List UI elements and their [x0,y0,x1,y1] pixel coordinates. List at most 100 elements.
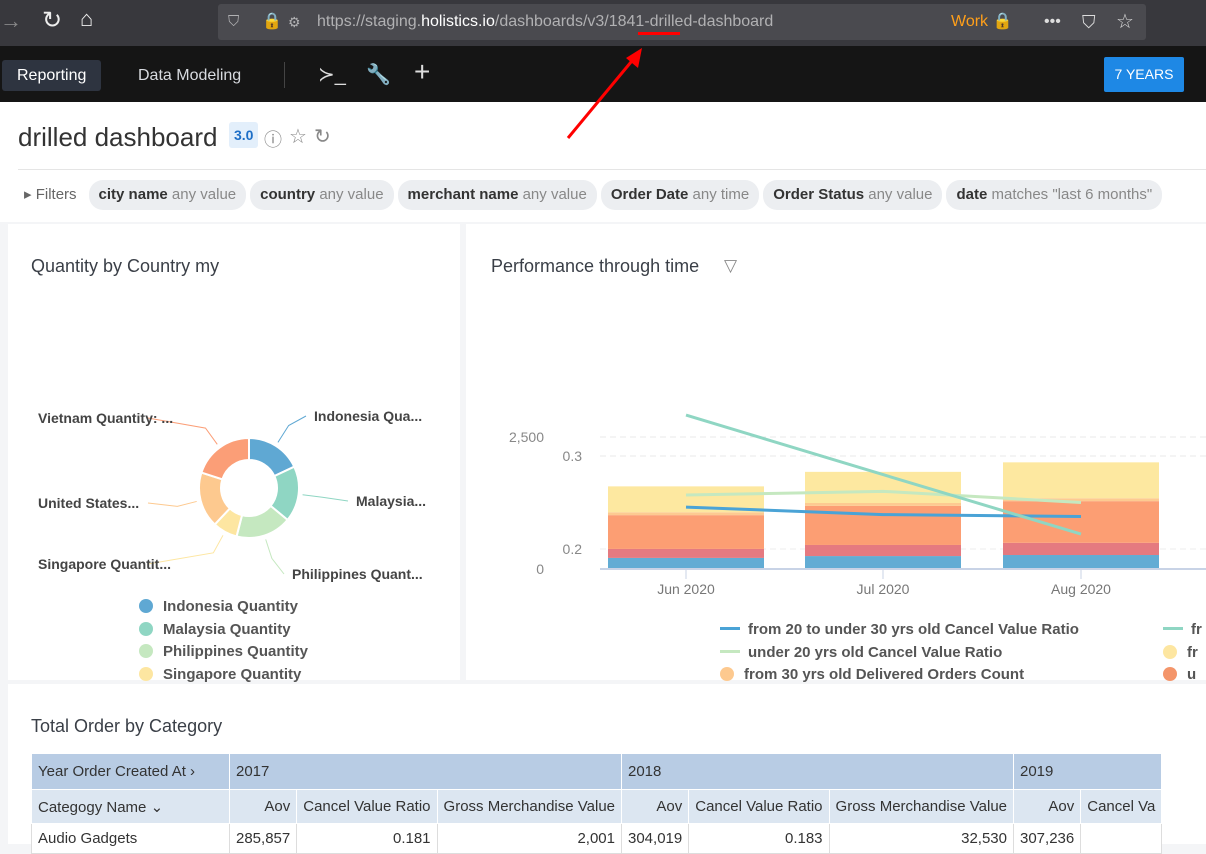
bar-segment[interactable] [805,544,961,557]
label-leader [147,500,197,507]
bar-segment[interactable] [805,471,961,503]
axis-tick-label: 0.2 [563,541,583,557]
legend-label: Singapore Quantity [163,665,302,683]
row-label: Audio Gadgets [31,823,230,854]
lock-icon: 🔒 [262,13,282,30]
legend-item[interactable]: Indonesia Quantity [139,596,324,619]
version-badge: 3.0 [229,122,259,148]
legend-item[interactable]: under 20 yrs old Cancel Value Ratio [720,642,1112,665]
table-cell [1080,823,1163,854]
pie-chart-widget: Quantity by Country my Indonesia Qua... M… [8,224,460,728]
forward-icon[interactable]: → [0,8,22,34]
legend-line-icon [1163,627,1183,630]
dashboard: drilled dashboard 3.0 ⓘ ☆ ↻ ▸ Filters cit… [0,48,1206,854]
filter-chip[interactable]: country any value [250,180,394,210]
table-cell: 32,530 [828,823,1015,854]
info-icon[interactable]: ⓘ [264,126,282,152]
bar-segment[interactable] [805,556,961,569]
filter-chip[interactable]: merchant name any value [397,180,597,210]
filter-chip[interactable]: date matches "last 6 months" [946,180,1163,210]
column-header[interactable]: Gross Merchandise Value [828,789,1015,824]
column-header[interactable]: Cancel Value Ratio [688,789,830,824]
pivot-header[interactable]: Year Order Created At › [31,753,230,790]
legend-label: u [1187,666,1197,683]
combo-chart: 0 2,500 0.2 0.3 Jun 2020 Jul 2020 Aug 2020 [509,413,1206,597]
column-header[interactable]: Aov [620,789,690,824]
url-bar[interactable]: ⛉ 🔒 ⚙ https://staging.holistics.io/dashb… [218,4,1146,40]
x-tick-label: Aug 2020 [1051,581,1111,597]
star-icon[interactable]: ☆ [1116,4,1134,40]
nav-reporting[interactable]: Reporting [2,60,102,91]
bar-segment[interactable] [608,548,764,558]
bar-segment[interactable] [608,512,764,516]
pie-slice[interactable] [200,436,250,481]
pivot-table: Year Order Created At › 2017 2018 2019 C… [31,753,1163,854]
refresh-icon[interactable]: ↻ [314,124,331,149]
row-header[interactable]: Categogy Name ⌄ [31,789,230,824]
nav-data-modeling[interactable]: Data Modeling [123,60,256,91]
bar-segment[interactable] [1003,542,1159,556]
slice-label: Indonesia Qua... [314,408,422,424]
table-cell: 304,019 [620,823,690,854]
axis-tick-label: 0.3 [563,448,583,464]
column-header[interactable]: Aov [228,789,298,824]
column-header[interactable]: Gross Merchandise Value [436,789,623,824]
slice-label: Malaysia... [356,493,426,509]
annotation-arrow [566,48,642,139]
bar-segment[interactable] [805,503,961,506]
divider [18,169,1206,170]
table-cell: 2,001 [436,823,623,854]
widget-title: Total Order by Category [31,716,223,736]
label-leader [302,494,349,502]
more-icon[interactable]: ••• [1044,4,1061,40]
legend-label: fr [1187,643,1198,661]
terminal-icon[interactable]: ≻_ [318,62,346,87]
annotation-underline [638,32,680,35]
legend-item[interactable]: fr [1163,619,1206,642]
filter-chip[interactable]: city name any value [88,180,247,210]
legend-item[interactable]: from 20 to under 30 yrs old Cancel Value… [720,619,1112,642]
legend-item[interactable]: fr [1163,642,1206,665]
bar-segment[interactable] [1003,462,1159,499]
date-range-button[interactable]: 7 YEARS [1104,57,1184,92]
legend-item[interactable]: Malaysia Quantity [139,619,324,642]
column-header[interactable]: Aov [1012,789,1082,824]
legend-item[interactable]: Philippines Quantity [139,641,324,664]
column-header[interactable]: Cancel Va [1080,789,1163,824]
divider [284,62,285,88]
filter-chip[interactable]: Order Date any time [600,180,760,210]
bar-segment[interactable] [1003,555,1159,569]
filter-chip[interactable]: Order Status any value [763,180,943,210]
label-leader [265,539,285,575]
legend-dot-icon [139,644,153,658]
permissions-icon: ⚙ [288,14,301,30]
table-cell: 0.181 [296,823,438,854]
table-cell: 0.183 [688,823,830,854]
filters-toggle[interactable]: ▸ Filters [24,186,77,203]
bar-segment[interactable] [1003,501,1159,543]
home-icon[interactable]: ⌂ [80,6,93,32]
star-icon[interactable]: ☆ [289,124,307,149]
legend-dot-icon [139,621,153,636]
plus-icon[interactable]: + [414,56,430,88]
wrench-icon[interactable]: 🔧 [366,62,391,87]
legend-label: fr [1191,621,1202,638]
legend-item[interactable]: Singapore Quantity [139,664,324,687]
legend-line-icon [720,649,740,653]
bar-segment[interactable] [608,515,764,549]
pocket-icon[interactable]: ⛉ [1082,4,1096,40]
bar-segment[interactable] [608,557,764,569]
column-header[interactable]: Cancel Value Ratio [296,789,438,824]
legend-label: from 30 yrs old Delivered Orders Count [744,666,1025,683]
legend-dot-icon [1163,667,1177,681]
year-header: 2019 [1012,753,1163,790]
slice-label: United States... [38,495,139,511]
legend-label: under 20 yrs old Cancel Value Ratio [748,643,1003,661]
legend-label: from 20 to under 30 yrs old Cancel Value… [748,621,1079,638]
reload-icon[interactable]: ↻ [42,6,62,35]
axis-tick-label: 2,500 [509,429,544,445]
legend-label: Indonesia Quantity [163,598,299,615]
legend-line-icon [720,627,740,630]
container-label[interactable]: Work 🔒 [951,4,1012,40]
browser-toolbar: → ↻ ⌂ ⛉ 🔒 ⚙ https://staging.holistics.io… [0,0,1206,46]
